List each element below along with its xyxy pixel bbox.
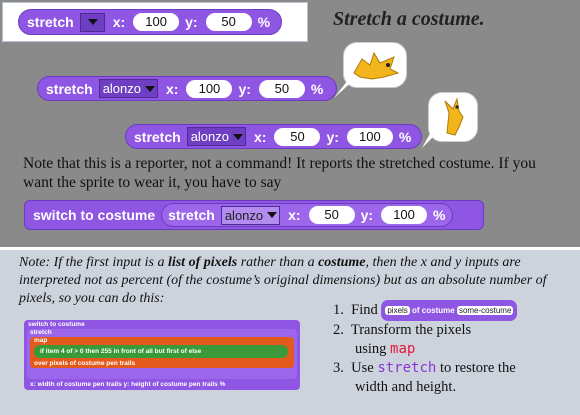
y-input[interactable]: 50 bbox=[258, 79, 305, 98]
step-text: Find bbox=[351, 301, 378, 318]
percent-label: % bbox=[257, 14, 271, 30]
step-text: Transform the pixels bbox=[350, 322, 472, 338]
step-number: 3. bbox=[333, 360, 344, 376]
step-2-cont: using map bbox=[333, 340, 573, 359]
y-label: y: bbox=[238, 80, 251, 97]
costume-dropdown[interactable]: alonzo bbox=[98, 79, 158, 98]
dropdown-value: alonzo bbox=[224, 207, 264, 223]
steps-list: 1. Find pixels of costume some-costume 2… bbox=[333, 300, 573, 397]
script-line: if item 4 of > 0 then 255 in front of al… bbox=[40, 348, 202, 355]
pixels-of-costume-block: pixels of costume some-costume bbox=[381, 300, 518, 321]
x-label: x: bbox=[112, 14, 126, 30]
script-line: x: width of costume pen trails y: height… bbox=[30, 381, 226, 388]
costume-dropdown[interactable]: alonzo bbox=[186, 127, 246, 146]
x-input[interactable]: 100 bbox=[133, 13, 180, 31]
costume-dropdown[interactable]: alonzo bbox=[220, 205, 281, 225]
block-text: of costume bbox=[412, 306, 455, 315]
block-label: stretch bbox=[46, 80, 93, 97]
step-3-cont: width and height. bbox=[333, 378, 573, 397]
dropdown-value: alonzo bbox=[190, 129, 229, 144]
stretch-block-wide[interactable]: stretch alonzo x: 100 y: 50 % bbox=[37, 76, 337, 101]
percent-label: % bbox=[398, 128, 412, 145]
code-map: map bbox=[390, 341, 416, 357]
step-text: to restore the bbox=[439, 360, 516, 376]
step-text: using bbox=[355, 341, 387, 357]
y-input[interactable]: 50 bbox=[205, 13, 252, 31]
step-text: width and height. bbox=[355, 379, 457, 395]
code-stretch: stretch bbox=[377, 360, 437, 376]
percent-label: % bbox=[310, 80, 324, 97]
block-label: stretch bbox=[27, 14, 74, 30]
percent-label: % bbox=[433, 207, 446, 223]
step-number: 1. bbox=[333, 301, 344, 318]
block-label: stretch bbox=[168, 207, 215, 223]
y-input[interactable]: 100 bbox=[381, 206, 428, 224]
block-slot: pixels bbox=[385, 306, 410, 315]
note-text: rather than a bbox=[237, 255, 319, 270]
reporter-note: Note that this is a reporter, not a comm… bbox=[23, 155, 536, 191]
chevron-down-icon bbox=[233, 133, 243, 140]
dropdown-value: alonzo bbox=[102, 81, 141, 96]
stretch-block-tall[interactable]: stretch alonzo x: 50 y: 100 % bbox=[125, 124, 422, 149]
costume-dropdown[interactable] bbox=[79, 12, 105, 32]
note-emphasis: list of pixels bbox=[167, 255, 238, 270]
x-input[interactable]: 50 bbox=[308, 206, 355, 224]
step-3: 3. Use stretch to restore the bbox=[333, 359, 573, 378]
switch-to-costume-block[interactable]: switch to costume stretch alonzo x: 50 y… bbox=[24, 200, 484, 230]
y-label: y: bbox=[185, 14, 198, 30]
bubble-tail bbox=[422, 130, 440, 148]
step-2: 2. Transform the pixels bbox=[333, 321, 573, 340]
step-number: 2. bbox=[333, 322, 344, 338]
y-input[interactable]: 100 bbox=[346, 127, 393, 146]
script-line: over pixels of costume pen trails bbox=[34, 360, 136, 367]
note-emphasis: costume bbox=[318, 255, 366, 270]
bubble-tail bbox=[334, 78, 356, 98]
step-text: Use bbox=[351, 360, 374, 376]
y-label: y: bbox=[360, 207, 374, 223]
x-label: x: bbox=[288, 207, 301, 223]
step-1: 1. Find pixels of costume some-costume bbox=[333, 300, 573, 321]
script-example: switch to costume stretch map if item 4 … bbox=[24, 320, 300, 390]
note-text: Note: If the first input is a bbox=[19, 255, 168, 270]
stretch-block-header[interactable]: stretch x: 100 y: 50 % bbox=[18, 9, 282, 35]
chevron-down-icon bbox=[267, 212, 278, 218]
chevron-down-icon bbox=[87, 19, 98, 25]
x-input[interactable]: 50 bbox=[274, 127, 321, 146]
script-line: switch to costume bbox=[28, 321, 85, 328]
script-line: map bbox=[34, 337, 48, 344]
block-slot: some-costume bbox=[456, 306, 514, 315]
script-line: stretch bbox=[30, 329, 52, 336]
block-label: stretch bbox=[134, 128, 181, 145]
chevron-down-icon bbox=[145, 85, 155, 92]
x-input[interactable]: 100 bbox=[186, 79, 233, 98]
page-title: Stretch a costume. bbox=[333, 8, 485, 30]
x-label: x: bbox=[254, 128, 267, 145]
x-label: x: bbox=[166, 80, 179, 97]
stretch-block-nested[interactable]: stretch alonzo x: 50 y: 100 % bbox=[161, 203, 453, 227]
block-label: switch to costume bbox=[33, 207, 156, 223]
y-label: y: bbox=[326, 128, 339, 145]
